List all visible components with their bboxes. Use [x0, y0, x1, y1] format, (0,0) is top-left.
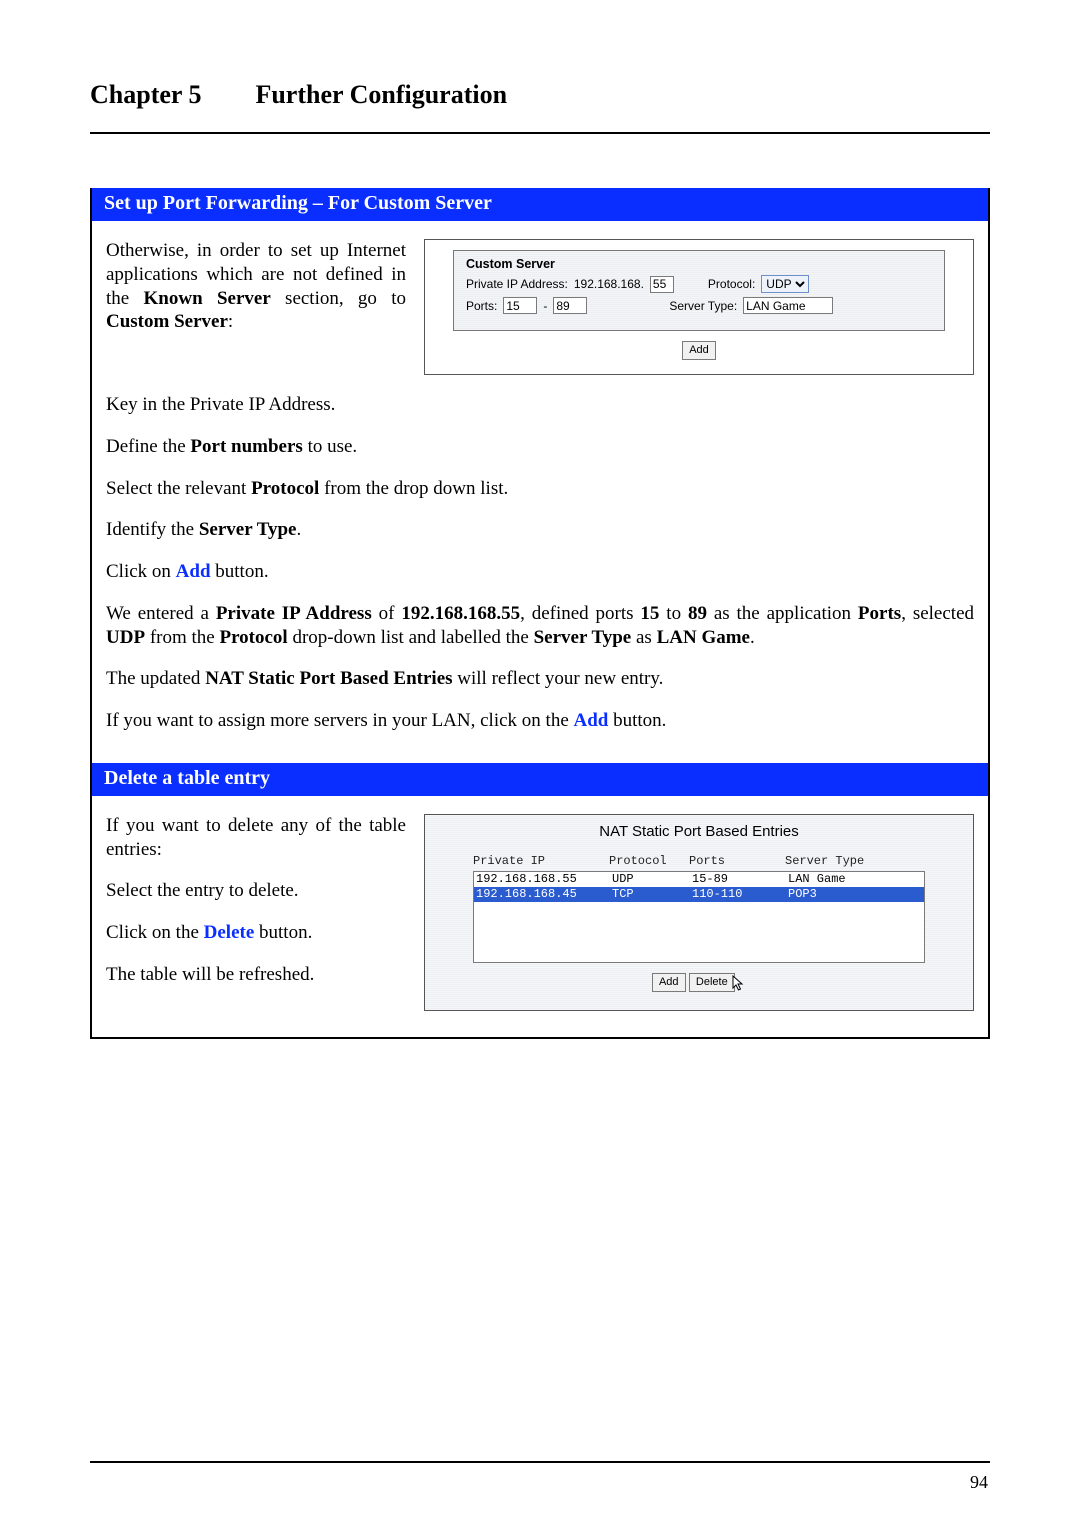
example-paragraph: We entered a Private IP Address of 192.1…	[106, 602, 974, 650]
cursor-icon	[732, 975, 746, 996]
step-key-in-ip: Key in the Private IP Address.	[106, 393, 974, 417]
port-to-input[interactable]	[553, 297, 587, 314]
delete-instructions: If you want to delete any of the table e…	[106, 814, 406, 987]
add-button[interactable]: Add	[682, 341, 716, 360]
chapter-number: Chapter 5	[90, 80, 201, 109]
nat-entries-figure: NAT Static Port Based Entries Private IP…	[424, 814, 974, 1011]
custom-server-figure: Custom Server Private IP Address: 192.16…	[424, 239, 974, 375]
header-rule	[90, 132, 990, 134]
intro-paragraph: Otherwise, in order to set up Internet a…	[106, 239, 406, 334]
content-table: Set up Port Forwarding – For Custom Serv…	[90, 188, 990, 1039]
table-row[interactable]: 192.168.168.45TCP110-110POP3	[474, 887, 924, 902]
nat-table-header: Private IP Protocol Ports Server Type	[473, 854, 925, 868]
protocol-label: Protocol:	[708, 277, 755, 291]
server-type-input[interactable]	[743, 297, 833, 314]
custom-server-title: Custom Server	[466, 257, 932, 271]
ports-label: Ports:	[466, 299, 497, 313]
server-type-label: Server Type:	[669, 299, 737, 313]
protocol-select[interactable]: UDP	[761, 275, 809, 293]
section-heading-port-forwarding: Set up Port Forwarding – For Custom Serv…	[91, 188, 989, 221]
section-heading-delete-entry: Delete a table entry	[91, 763, 989, 796]
footer-rule	[90, 1461, 990, 1463]
nat-entries-listbox[interactable]: 192.168.168.55UDP15-89LAN Game192.168.16…	[473, 871, 925, 963]
private-ip-label: Private IP Address:	[466, 277, 568, 291]
step-select-protocol: Select the relevant Protocol from the dr…	[106, 477, 974, 501]
nat-add-button[interactable]: Add	[652, 973, 686, 992]
step-define-ports: Define the Port numbers to use.	[106, 435, 974, 459]
updated-entries-note: The updated NAT Static Port Based Entrie…	[106, 667, 974, 691]
table-row[interactable]: 192.168.168.55UDP15-89LAN Game	[474, 872, 924, 887]
port-dash: -	[543, 299, 547, 313]
nat-entries-title: NAT Static Port Based Entries	[453, 823, 945, 840]
chapter-title-text: Further Configuration	[255, 80, 507, 109]
chapter-heading: Chapter 5 Further Configuration	[90, 80, 990, 110]
private-ip-last-octet-input[interactable]	[650, 276, 674, 293]
page-number: 94	[970, 1472, 988, 1493]
port-from-input[interactable]	[503, 297, 537, 314]
step-click-add: Click on Add button.	[106, 560, 974, 584]
assign-more-servers-note: If you want to assign more servers in yo…	[106, 709, 974, 733]
private-ip-prefix: 192.168.168.	[574, 277, 644, 291]
nat-delete-button[interactable]: Delete	[689, 973, 735, 992]
step-identify-server-type: Identify the Server Type.	[106, 518, 974, 542]
